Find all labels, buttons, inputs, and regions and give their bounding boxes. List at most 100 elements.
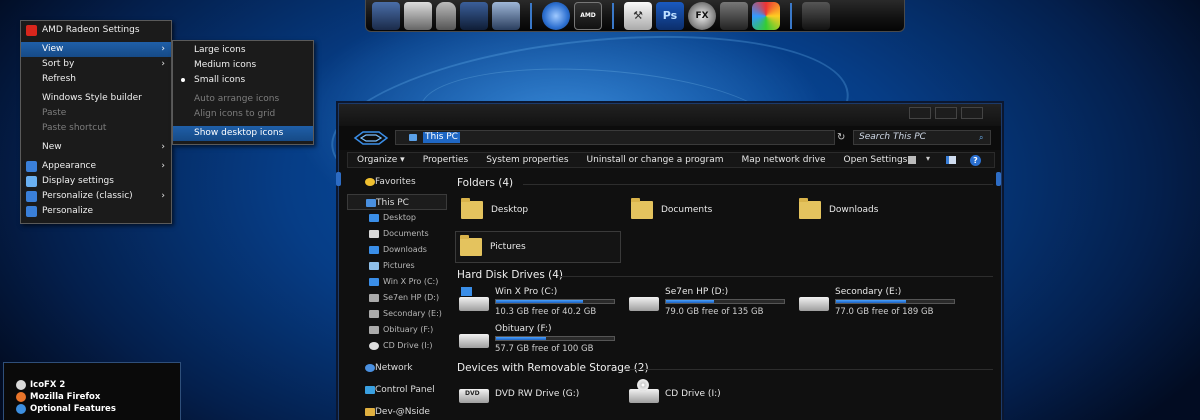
folder-desktop[interactable]: Desktop bbox=[457, 194, 617, 226]
title-bar[interactable] bbox=[339, 104, 1001, 126]
nav-item-drive-f[interactable]: Obituary (F:) bbox=[347, 322, 447, 338]
menu-item-appearance[interactable]: Appearance › bbox=[21, 159, 171, 174]
personalize-icon bbox=[26, 191, 37, 202]
drive-usage-fill bbox=[666, 300, 715, 303]
dock-separator bbox=[612, 2, 614, 29]
computer-icon bbox=[366, 199, 376, 207]
nav-item-drive-i[interactable]: CD Drive (I:) bbox=[347, 338, 447, 354]
dock-app-icon[interactable] bbox=[752, 1, 780, 30]
dock-amd-icon[interactable]: AMD bbox=[574, 1, 602, 30]
dock-app-icon[interactable] bbox=[404, 1, 432, 30]
drive-icon bbox=[369, 326, 379, 334]
menu-item-large-icons[interactable]: Large icons bbox=[173, 43, 313, 58]
dock-app-icon[interactable] bbox=[720, 1, 748, 30]
uninstall-program-button[interactable]: Uninstall or change a program bbox=[578, 153, 733, 167]
hard-drive-icon bbox=[459, 334, 489, 348]
dock-app-icon[interactable] bbox=[460, 1, 488, 30]
nav-item-favorites[interactable]: Favorites bbox=[347, 174, 447, 190]
menu-item-personalize[interactable]: Personalize bbox=[21, 204, 171, 219]
menu-item-sort-by[interactable]: Sort by › bbox=[21, 57, 171, 72]
nav-logo-icon[interactable] bbox=[353, 130, 389, 146]
menu-item-paste[interactable]: Paste bbox=[21, 106, 171, 121]
nav-item-drive-d[interactable]: Se7en HP (D:) bbox=[347, 290, 447, 306]
menu-item-align-icons-to-grid[interactable]: Align icons to grid bbox=[173, 107, 313, 122]
drive-obituary-f[interactable]: Obituary (F:) 57.7 GB free of 100 GB bbox=[459, 324, 629, 354]
organize-button[interactable]: Organize ▾ bbox=[348, 153, 414, 167]
start-item-firefox[interactable]: Mozilla Firefox bbox=[4, 391, 180, 403]
minimize-button[interactable] bbox=[909, 107, 931, 119]
close-button[interactable] bbox=[961, 107, 983, 119]
group-header-hard-disk-drives[interactable]: Hard Disk Drives (4) bbox=[457, 269, 563, 281]
drive-cd-i[interactable]: CD Drive (I:) bbox=[629, 379, 799, 409]
nav-item-network[interactable]: Network bbox=[347, 360, 447, 376]
explorer-window: This PC ↻ Search This PC ⌕ Organize ▾ Pr… bbox=[338, 103, 1002, 420]
drive-se7en-hp-d[interactable]: Se7en HP (D:) 79.0 GB free of 135 GB bbox=[629, 287, 799, 317]
group-header-removable-storage[interactable]: Devices with Removable Storage (2) bbox=[457, 362, 649, 374]
refresh-icon[interactable]: ↻ bbox=[837, 132, 847, 143]
group-header-folders[interactable]: Folders (4) bbox=[457, 177, 513, 189]
drive-icon bbox=[369, 294, 379, 302]
command-toolbar: Organize ▾ Properties System properties … bbox=[347, 152, 995, 168]
menu-item-display-settings[interactable]: Display settings bbox=[21, 174, 171, 189]
dock-globe-icon[interactable] bbox=[542, 1, 570, 30]
nav-item-drive-c[interactable]: Win X Pro (C:) bbox=[347, 274, 447, 290]
maximize-button[interactable] bbox=[935, 107, 957, 119]
drive-win-x-pro-c[interactable]: Win X Pro (C:) 10.3 GB free of 40.2 GB bbox=[459, 287, 629, 317]
dock-fx-icon[interactable]: FX bbox=[688, 1, 716, 30]
dock-hammer-icon[interactable]: ⚒ bbox=[624, 1, 652, 30]
start-item-icofx[interactable]: IcoFX 2 bbox=[4, 379, 180, 391]
nav-item-desktop[interactable]: Desktop bbox=[347, 210, 447, 226]
address-path[interactable]: This PC bbox=[423, 132, 460, 143]
nav-item-control-panel[interactable]: Control Panel bbox=[347, 382, 447, 398]
network-icon bbox=[365, 364, 375, 372]
nav-item-downloads[interactable]: Downloads bbox=[347, 242, 447, 258]
drive-dvd-rw-g[interactable]: DVD DVD RW Drive (G:) bbox=[459, 379, 629, 409]
menu-item-refresh[interactable]: Refresh bbox=[21, 72, 171, 87]
window-edge-handle bbox=[336, 172, 341, 186]
chevron-down-icon[interactable]: ▾ bbox=[926, 154, 930, 163]
menu-item-windows-style-builder[interactable]: Windows Style builder bbox=[21, 91, 171, 106]
properties-button[interactable]: Properties bbox=[414, 153, 477, 167]
folder-icon bbox=[460, 235, 482, 256]
cd-drive-icon bbox=[629, 389, 659, 403]
folder-downloads[interactable]: Downloads bbox=[795, 194, 955, 226]
menu-item-personalize-classic[interactable]: Personalize (classic) › bbox=[21, 189, 171, 204]
search-icon[interactable]: ⌕ bbox=[979, 133, 983, 143]
system-properties-button[interactable]: System properties bbox=[477, 153, 577, 167]
drive-usage-fill bbox=[836, 300, 906, 303]
map-network-drive-button[interactable]: Map network drive bbox=[732, 153, 834, 167]
folder-documents[interactable]: Documents bbox=[627, 194, 787, 226]
menu-item-medium-icons[interactable]: Medium icons bbox=[173, 58, 313, 73]
drive-icon bbox=[369, 310, 379, 318]
dock-app-icon[interactable] bbox=[372, 1, 400, 30]
menu-item-amd-radeon-settings[interactable]: AMD Radeon Settings bbox=[21, 23, 171, 38]
menu-item-small-icons[interactable]: Small icons bbox=[173, 73, 313, 88]
menu-item-paste-shortcut[interactable]: Paste shortcut bbox=[21, 121, 171, 136]
nav-item-this-pc[interactable]: This PC bbox=[347, 194, 447, 210]
dock-app-icon[interactable] bbox=[492, 1, 520, 30]
help-icon[interactable]: ? bbox=[970, 155, 981, 166]
nav-item-drive-e[interactable]: Secondary (E:) bbox=[347, 306, 447, 322]
preview-pane-icon[interactable] bbox=[946, 156, 956, 164]
computer-icon bbox=[409, 134, 417, 141]
dock-mass-effect-icon[interactable] bbox=[802, 1, 830, 30]
search-input[interactable]: Search This PC bbox=[853, 130, 991, 145]
open-settings-button[interactable]: Open Settings bbox=[835, 153, 917, 167]
folder-pictures[interactable]: Pictures bbox=[455, 231, 621, 263]
nav-item-pictures[interactable]: Pictures bbox=[347, 258, 447, 274]
view-options-icon[interactable] bbox=[908, 156, 916, 164]
dock-photoshop-icon[interactable]: Ps bbox=[656, 1, 684, 30]
menu-item-auto-arrange-icons[interactable]: Auto arrange icons bbox=[173, 92, 313, 107]
control-panel-icon bbox=[365, 386, 375, 394]
menu-item-new[interactable]: New › bbox=[21, 140, 171, 155]
nav-item-documents[interactable]: Documents bbox=[347, 226, 447, 242]
drive-secondary-e[interactable]: Secondary (E:) 77.0 GB free of 189 GB bbox=[799, 287, 969, 317]
dock-trash-icon[interactable] bbox=[436, 1, 456, 30]
menu-item-show-desktop-icons[interactable]: Show desktop icons bbox=[173, 126, 313, 141]
nav-item-user[interactable]: Dev-@Nside bbox=[347, 404, 447, 420]
menu-item-view[interactable]: View › bbox=[21, 42, 171, 57]
content-pane: Folders (4) Desktop Documents Downloads … bbox=[451, 174, 1001, 420]
address-input[interactable] bbox=[395, 130, 835, 145]
start-item-optional-features[interactable]: Optional Features bbox=[4, 403, 180, 415]
start-menu-panel: IcoFX 2 Mozilla Firefox Optional Feature… bbox=[3, 362, 181, 420]
